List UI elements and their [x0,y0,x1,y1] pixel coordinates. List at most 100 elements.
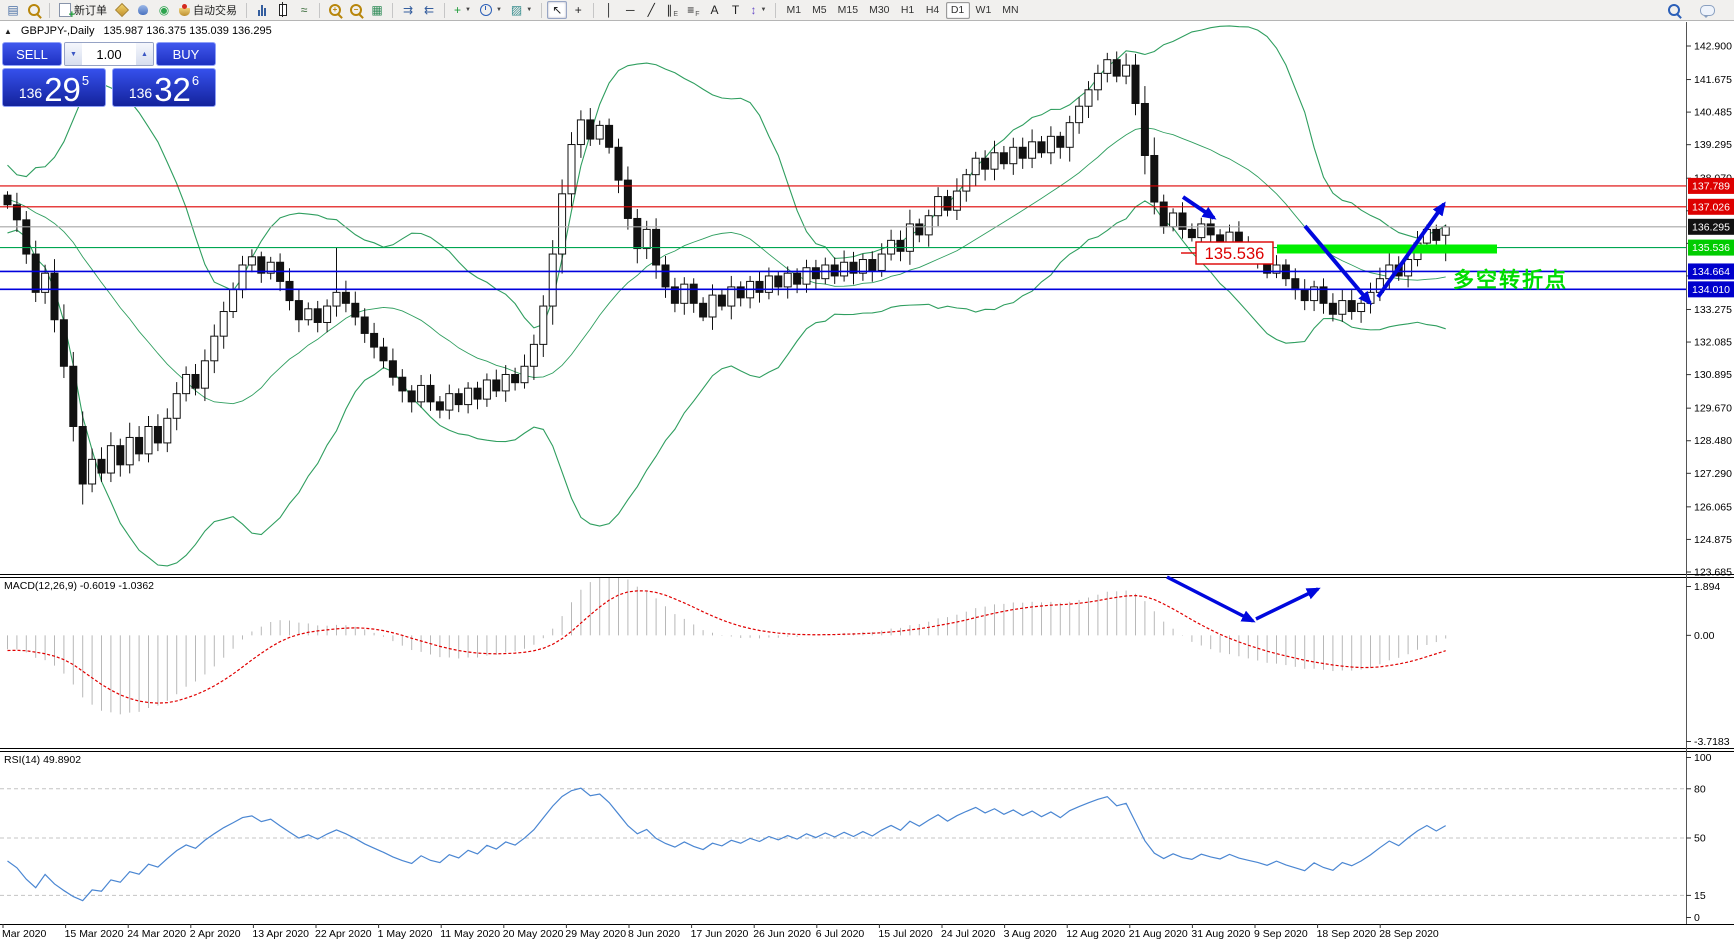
timeframe-m30[interactable]: M30 [864,2,894,19]
chart-svg[interactable]: 142.900141.675140.485139.295138.070136.8… [0,0,1734,941]
timeframe-w1[interactable]: W1 [971,2,997,19]
timeframe-h4[interactable]: H4 [921,2,945,19]
candle-body [662,265,669,287]
crosshair-icon: + [575,4,582,16]
toolbar-separator [541,3,542,18]
chart-shift-icon: ⇇ [424,4,434,16]
candle-body [201,361,208,388]
candle-body [606,125,613,147]
candle-body [1358,303,1365,311]
horizontal-line-button[interactable]: ─ [620,1,640,19]
indicators-button[interactable]: +▼ [450,1,475,19]
rsi-pane[interactable] [0,788,1686,900]
candle-body [389,361,396,377]
autotrading-button[interactable]: 自动交易 [175,1,241,19]
arrows-tool-icon: ↕ [751,4,757,16]
candle-body [972,158,979,174]
vertical-line-button[interactable]: │ [599,1,619,19]
candle-body [1029,142,1036,158]
price-axis[interactable]: 142.900141.675140.485139.295138.070136.8… [1686,41,1732,579]
autotrading-button-label: 自动交易 [193,2,237,18]
chart-collapse-icon[interactable]: ▲ [4,27,12,36]
candle-body [324,306,331,322]
crosshair-button[interactable]: + [568,1,588,19]
volume-increase-button[interactable]: ▲ [136,43,153,65]
autotrading-icon [179,8,190,16]
indicators-icon: + [454,4,461,16]
candle-body [154,426,161,442]
community-button[interactable] [133,1,153,19]
macd-pane[interactable] [8,575,1446,714]
market-watch-button[interactable]: ▤ [3,1,23,19]
sell-price-display[interactable]: 136 29 5 [2,68,106,107]
price-tick-label: 133.275 [1694,304,1732,316]
candle-body [690,284,697,303]
candle-body [32,254,39,292]
chart-shift-button[interactable]: ⇇ [419,1,439,19]
text-label-button[interactable]: T [726,1,746,19]
timeframe-h1[interactable]: H1 [896,2,920,19]
candle-body [953,191,960,210]
support-highlight-bar[interactable] [1277,245,1497,254]
chat-button[interactable] [1696,1,1719,19]
timeframe-m5[interactable]: M5 [807,2,832,19]
candle-body [775,276,782,287]
toolbar-separator [775,3,776,18]
trendline-button[interactable]: ╱ [641,1,661,19]
volume-decrease-button[interactable]: ▼ [65,43,82,65]
timeframe-mn[interactable]: MN [997,2,1023,19]
price-label-text: 135.536 [1205,245,1265,263]
periods-button[interactable]: ▼ [476,1,506,19]
date-axis[interactable]: Mar 202015 Mar 202024 Mar 20202 Apr 2020… [2,924,1439,940]
candle-body [220,312,227,337]
templates-icon: ▨ [511,4,522,16]
line-chart-button[interactable]: ≈ [294,1,314,19]
candlestick-chart-button[interactable] [273,1,293,19]
date-tick-label: 17 Jun 2020 [691,928,749,940]
new-order-button[interactable]: 新订单 [55,1,111,19]
macd-trend-arrow[interactable] [1167,577,1253,621]
bar-chart-button[interactable] [252,1,272,19]
volume-input[interactable] [82,43,136,65]
zoom-out-icon [350,4,362,16]
tile-windows-button[interactable]: ▦ [367,1,387,19]
timeframe-m15[interactable]: M15 [833,2,863,19]
timeframe-m1[interactable]: M1 [781,2,806,19]
search-button[interactable] [1664,1,1684,19]
price-tick-label: 129.670 [1694,403,1732,415]
sell-price-pips: 29 [44,75,81,104]
price-tick-label: 127.290 [1694,468,1732,480]
sell-button[interactable]: SELL [2,42,62,66]
zoom-in-button[interactable] [325,1,345,19]
equidistant-channel-button[interactable]: ∥E [662,1,682,19]
candle-body [1329,303,1336,314]
fibonacci-button[interactable]: ≡F [683,1,703,19]
timeframe-d1[interactable]: D1 [946,2,970,19]
data-window-button[interactable] [24,1,44,19]
candlestick-series[interactable] [4,51,1449,504]
templates-button[interactable]: ▨▼ [507,1,536,19]
candle-body [1132,65,1139,103]
buy-price-point: 6 [192,73,199,88]
buy-button[interactable]: BUY [156,42,216,66]
candle-body [1104,60,1111,74]
text-button[interactable]: A [705,1,725,19]
auto-scroll-button[interactable]: ⇉ [398,1,418,19]
date-tick-label: 12 Aug 2020 [1066,928,1125,940]
price-tick-label: 140.485 [1694,107,1732,119]
arrows-tool-button[interactable]: ↕▼ [747,1,771,19]
macd-trend-arrow[interactable] [1256,589,1318,619]
date-tick-label: 18 Sep 2020 [1317,928,1377,940]
periods-icon [480,4,492,16]
sell-price-figure: 136 [19,85,42,101]
zoom-out-button[interactable] [346,1,366,19]
candle-body [192,374,199,388]
price-tick-label: 123.685 [1694,566,1732,578]
buy-price-pips: 32 [154,75,191,104]
metaeditor-button[interactable] [112,1,132,19]
trend-arrow[interactable] [1183,197,1214,218]
candle-body [295,301,302,320]
cursor-button[interactable]: ↖ [547,1,567,19]
buy-price-display[interactable]: 136 32 6 [112,68,216,107]
signals-button[interactable]: ◉ [154,1,174,19]
